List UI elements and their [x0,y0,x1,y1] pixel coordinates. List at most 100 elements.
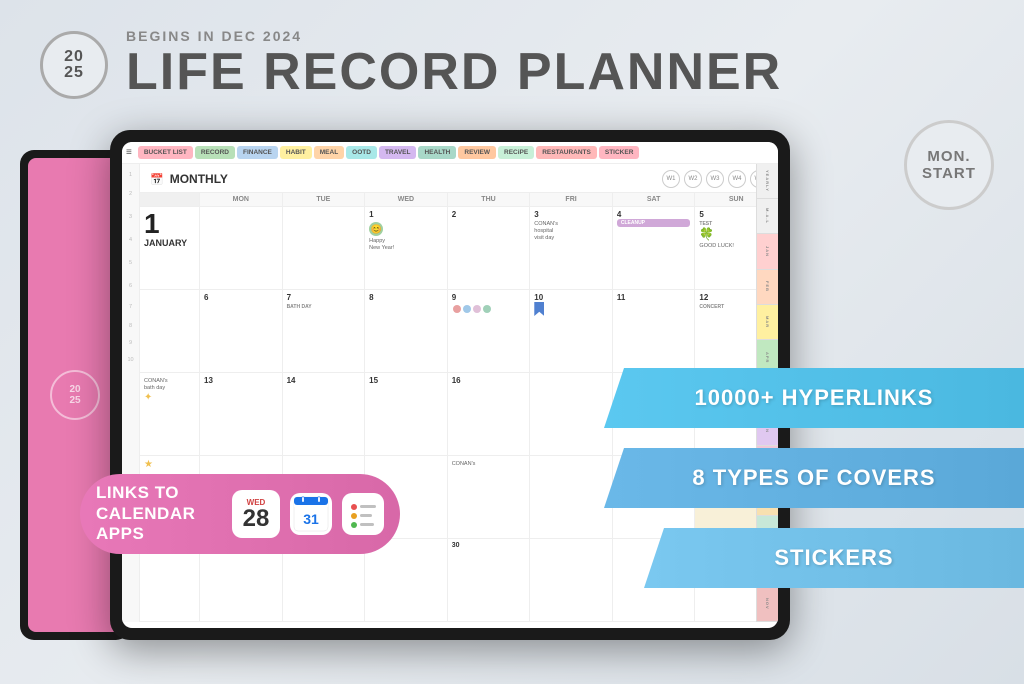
google-calendar-icon: 31 [290,493,332,535]
conan-event: CONAN's [452,461,526,468]
cell-sat-11: 11 [613,290,696,372]
mon-start-badge: MON. START [904,120,994,210]
week-badge-3: W3 [706,170,724,188]
tab-navigation: ≡ BUCKET LIST RECORD FINANCE HABIT MEAL … [122,142,778,164]
row-9: 9 [129,340,132,346]
hyperlinks-text: 10000+ HYPERLINKS [695,385,934,411]
side-tab-mal[interactable]: M.A.L [757,199,778,234]
logo-year-top: 20 [64,49,84,65]
hyperlinks-banner: 10000+ HYPERLINKS [604,368,1024,428]
week-badge-2: W2 [684,170,702,188]
day-28: 28 [243,507,270,531]
week-badge-1: W1 [662,170,680,188]
stickers-text: STICKERS [774,545,893,571]
covers-text: 8 TYPES OF COVERS [692,465,935,491]
row-5: 5 [129,260,132,266]
header-wed: WED [365,193,448,206]
reminders-svg [346,497,380,531]
cell-mon-empty [200,207,283,289]
month-label-cell: 1 JANUARY [140,207,200,289]
svg-text:31: 31 [303,511,319,527]
side-tab-jan[interactable]: JAN [757,234,778,269]
tab-review[interactable]: REVIEW [458,146,496,159]
cell-thu-16: 16 [448,373,531,455]
cleanup-badge: CLEANUP [617,219,691,227]
cell-tue-7: 7 BATH DAY [283,290,366,372]
cell-sat-4: 4 CLEANUP [613,207,696,289]
tab-habit[interactable]: HABIT [280,146,312,159]
calendar-header-row: MON TUE WED THU FRI SAT SUN [140,193,778,207]
monthly-header: 📅 MONTHLY W1 W2 W3 W4 W5 [140,164,778,193]
row-8: 8 [129,323,132,329]
row-3: 3 [129,214,132,220]
month-name: JANUARY [144,238,195,248]
week-badge-4: W4 [728,170,746,188]
tab-travel[interactable]: TRAVEL [379,146,417,159]
tab-health[interactable]: HEALTH [418,146,456,159]
dot-4 [483,305,491,313]
cell-mon-13: 13 [200,373,283,455]
tab-recipe[interactable]: RECiPE [498,146,534,159]
cell-label-2 [140,290,200,372]
dot-1 [453,305,461,313]
cell-wed-15: 15 [365,373,448,455]
cell-fri-10: 10 [530,290,613,372]
cell-thu-30: 30 [448,539,531,621]
month-number: 1 [144,210,195,238]
row-6: 6 [129,283,132,289]
bath-day: BATH DAY [287,304,361,310]
conan-bath: CONAN'sbath day [144,378,195,392]
dot-2 [463,305,471,313]
cell-tue-14: 14 [283,373,366,455]
reminders-icon [342,493,384,535]
calendar-icon: 📅 [150,173,164,186]
star-icon: ✦ [144,392,152,403]
bookmark-icon [534,302,544,316]
start-label: START [922,165,976,182]
cell-fri-31 [530,539,613,621]
calendar-day-app-icon: WED 28 [232,490,280,538]
row-7: 7 [129,304,132,310]
cell-label-3: CONAN'sbath day ✦ [140,373,200,455]
logo-year-bottom: 25 [64,65,84,81]
smiley-icon: 😊 [369,222,383,236]
tab-restaurants[interactable]: RESTAURANTS [536,146,597,159]
tab-meal[interactable]: MEAL [314,146,344,159]
tab-sticker[interactable]: STICKER [599,146,640,159]
cell-wed-29: 29 [365,539,448,621]
row-4: 4 [129,237,132,243]
header-thu: THU [448,193,531,206]
side-tab-mar[interactable]: MAR [757,305,778,340]
week-badges: W1 W2 W3 W4 W5 [662,170,768,188]
links-text: LINKS TO CALENDAR APPS [96,483,222,544]
cell-mon-6: 6 [200,290,283,372]
cell-tue-empty [283,207,366,289]
cell-thu-2: 2 [448,207,531,289]
side-tab-feb[interactable]: FEB [757,270,778,305]
event-conan: CONAN'shospitalvisit day [534,221,608,242]
mon-label: MON. [927,148,970,165]
side-tab-nov[interactable]: NOV [757,587,778,622]
tab-bucketlist[interactable]: BUCKET LIST [138,146,193,159]
star-icon-2: ★ [144,459,153,470]
cell-fri-3: 3 CONAN'shospitalvisit day [530,207,613,289]
tab-ootd[interactable]: OOTD [346,146,377,159]
header-text: BEGINS IN DEC 2024 LIFE RECORD PLANNER [126,28,782,101]
side-tab-yearly[interactable]: YEARLY [757,164,778,199]
header-mon: MON [200,193,283,206]
monthly-label: MONTHLY [170,172,228,186]
links-banner: LINKS TO CALENDAR APPS WED 28 31 [80,474,400,554]
dot-3 [473,305,481,313]
pink-logo: 20 25 [50,370,100,420]
tab-record[interactable]: RECORD [195,146,235,159]
cell-wed-8: 8 [365,290,448,372]
gcal-svg: 31 [293,496,329,532]
begins-label: BEGINS IN DEC 2024 [126,28,782,44]
header-fri: FRI [530,193,613,206]
main-title: LIFE RECORD PLANNER [126,44,782,101]
cell-fri-17 [530,373,613,455]
header-tue: TUE [283,193,366,206]
cell-thu-9: 9 [448,290,531,372]
tab-finance[interactable]: FINANCE [237,146,278,159]
header: 20 25 BEGINS IN DEC 2024 LIFE RECORD PLA… [40,28,782,101]
